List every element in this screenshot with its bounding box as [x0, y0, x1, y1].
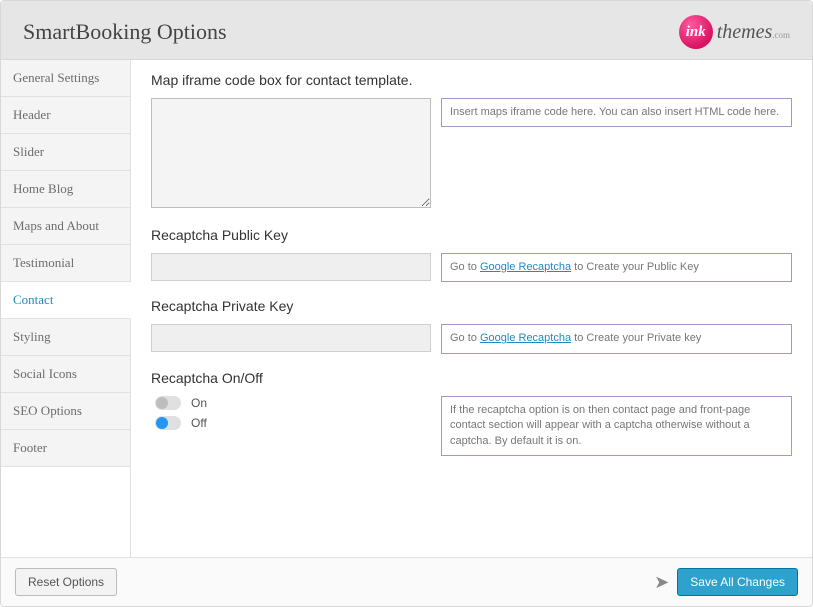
sidebar-item-header[interactable]: Header: [1, 97, 131, 134]
recaptcha-toggle-label: Recaptcha On/Off: [151, 370, 792, 386]
field-group-map-iframe: Map iframe code box for contact template…: [151, 72, 792, 211]
content-area: Map iframe code box for contact template…: [131, 60, 812, 557]
recaptcha-private-help: Go to Google Recaptcha to Create your Pr…: [441, 324, 792, 353]
recaptcha-public-help: Go to Google Recaptcha to Create your Pu…: [441, 253, 792, 282]
sidebar: General Settings Header Slider Home Blog…: [1, 60, 131, 557]
panel-body: General Settings Header Slider Home Blog…: [1, 60, 812, 557]
field-group-recaptcha-toggle: Recaptcha On/Off On Off If the recap: [151, 370, 792, 456]
logo-text-suffix: .com: [772, 30, 790, 40]
recaptcha-public-help-prefix: Go to: [450, 261, 480, 273]
sidebar-item-slider[interactable]: Slider: [1, 134, 131, 171]
logo-text-main: themes: [717, 21, 773, 43]
reset-options-button[interactable]: Reset Options: [15, 568, 117, 596]
map-iframe-help: Insert maps iframe code here. You can al…: [441, 98, 792, 127]
field-group-recaptcha-private: Recaptcha Private Key Go to Google Recap…: [151, 298, 792, 353]
map-iframe-textarea[interactable]: [151, 98, 431, 208]
recaptcha-toggle-on-label: On: [191, 396, 207, 410]
recaptcha-private-help-suffix: to Create your Private key: [571, 332, 701, 344]
sidebar-item-seo-options[interactable]: SEO Options: [1, 393, 131, 430]
recaptcha-toggle-off-label: Off: [191, 416, 207, 430]
recaptcha-public-input[interactable]: [151, 253, 431, 281]
recaptcha-toggle-on-row[interactable]: On: [151, 396, 431, 410]
sidebar-item-testimonial[interactable]: Testimonial: [1, 245, 131, 282]
recaptcha-private-input[interactable]: [151, 324, 431, 352]
panel-header: SmartBooking Options ink themes.com: [1, 1, 812, 60]
sidebar-item-home-blog[interactable]: Home Blog: [1, 171, 131, 208]
toggle-on-icon[interactable]: [155, 396, 181, 410]
sidebar-item-social-icons[interactable]: Social Icons: [1, 356, 131, 393]
panel-footer: Reset Options ➤ Save All Changes: [1, 557, 812, 606]
recaptcha-public-help-link[interactable]: Google Recaptcha: [480, 261, 571, 273]
sidebar-item-maps-and-about[interactable]: Maps and About: [1, 208, 131, 245]
sidebar-item-contact[interactable]: Contact: [1, 282, 131, 319]
recaptcha-public-label: Recaptcha Public Key: [151, 227, 792, 243]
logo-text: themes.com: [717, 21, 790, 44]
page-title: SmartBooking Options: [23, 19, 227, 45]
recaptcha-toggle-off-row[interactable]: Off: [151, 416, 431, 430]
toggle-off-icon[interactable]: [155, 416, 181, 430]
arrow-right-icon: ➤: [654, 572, 669, 593]
sidebar-item-general-settings[interactable]: General Settings: [1, 60, 131, 97]
sidebar-spacer: [1, 467, 131, 557]
options-panel: SmartBooking Options ink themes.com Gene…: [0, 0, 813, 607]
recaptcha-public-help-suffix: to Create your Public Key: [571, 261, 699, 273]
recaptcha-private-help-prefix: Go to: [450, 332, 480, 344]
recaptcha-private-help-link[interactable]: Google Recaptcha: [480, 332, 571, 344]
sidebar-item-styling[interactable]: Styling: [1, 319, 131, 356]
save-all-changes-button[interactable]: Save All Changes: [677, 568, 798, 596]
map-iframe-label: Map iframe code box for contact template…: [151, 72, 792, 88]
recaptcha-private-label: Recaptcha Private Key: [151, 298, 792, 314]
field-group-recaptcha-public: Recaptcha Public Key Go to Google Recapt…: [151, 227, 792, 282]
recaptcha-toggle-help: If the recaptcha option is on then conta…: [441, 396, 792, 456]
logo-badge-icon: ink: [679, 15, 713, 49]
sidebar-item-footer[interactable]: Footer: [1, 430, 131, 467]
brand-logo: ink themes.com: [679, 15, 790, 49]
